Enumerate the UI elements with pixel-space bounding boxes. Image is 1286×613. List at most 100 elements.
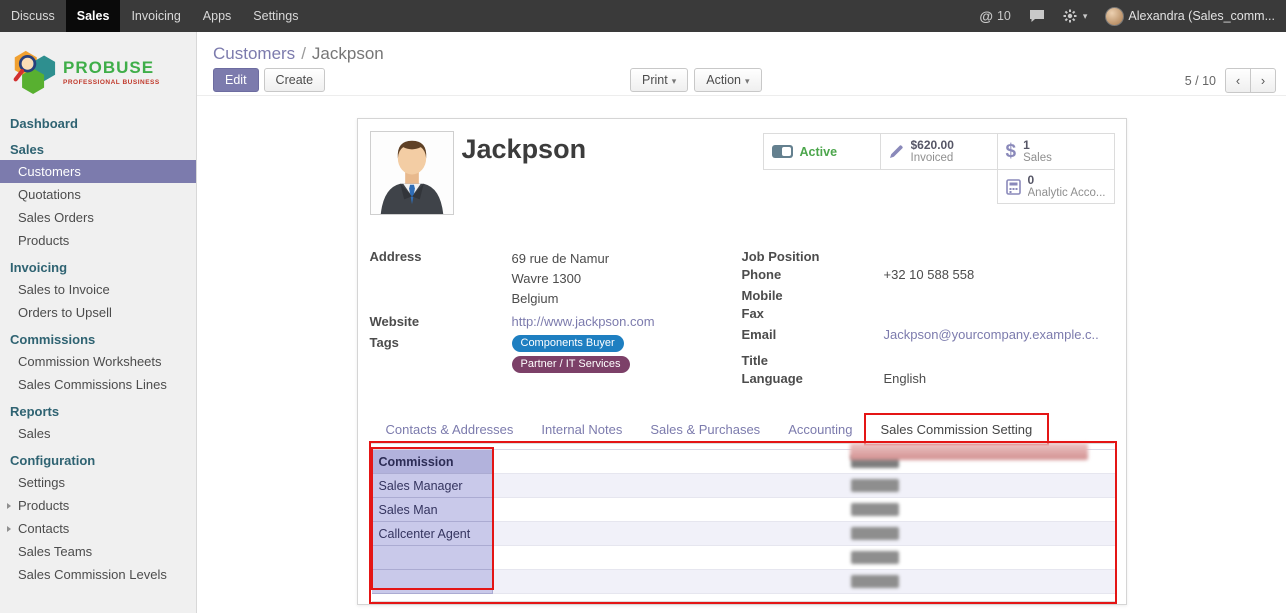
email-label: Email: [742, 327, 884, 343]
commission-row-empty[interactable]: [372, 546, 1115, 570]
sidebar-item-sales-orders[interactable]: Sales Orders: [0, 206, 196, 229]
menu-invoicing[interactable]: Invoicing: [120, 0, 191, 32]
print-menu-button[interactable]: Print▾: [630, 68, 688, 92]
sidebar-heading-configuration[interactable]: Configuration: [0, 445, 196, 471]
sidebar-heading-invoicing[interactable]: Invoicing: [0, 252, 196, 278]
sidebar-item-label: Contacts: [18, 521, 69, 536]
redacted-header-highlight: [850, 443, 1088, 460]
redacted-value: [851, 527, 899, 540]
brand-logo[interactable]: PROBUSE PROFESSIONAL BUSINESS: [0, 32, 196, 108]
sidebar-item-quotations[interactable]: Quotations: [0, 183, 196, 206]
sidebar-heading-dashboard[interactable]: Dashboard: [0, 108, 196, 134]
breadcrumb-current: Jackpson: [312, 44, 384, 63]
field-mobile: Mobile: [742, 288, 1116, 304]
field-job-position: Job Position: [742, 249, 1116, 265]
tags-label: Tags: [370, 335, 512, 373]
analytic-label: Analytic Acco...: [1028, 187, 1106, 201]
address-line: 69 rue de Namur: [512, 249, 610, 269]
pager-prev-button[interactable]: ‹: [1225, 68, 1251, 93]
active-toggle-button[interactable]: Active: [763, 133, 881, 170]
sidebar-item-sales-commissions-lines[interactable]: Sales Commissions Lines: [0, 373, 196, 396]
email-link[interactable]: Jackpson@yourcompany.example.c..: [884, 327, 1099, 343]
mentions-count: 10: [997, 9, 1011, 23]
field-email: Email Jackpson@yourcompany.example.c..: [742, 327, 1116, 343]
chevron-down-icon: ▾: [1083, 11, 1088, 22]
field-address: Address 69 rue de Namur Wavre 1300 Belgi…: [370, 249, 728, 309]
sidebar-item-reports-sales[interactable]: Sales: [0, 422, 196, 445]
invoiced-value: $620.00: [911, 138, 954, 152]
chevron-down-icon: ▾: [745, 76, 750, 86]
active-label: Active: [800, 145, 838, 159]
stat-buttons: Active $620.00Invoiced $ 1Sales 0Analyti…: [760, 133, 1115, 204]
commission-row-empty[interactable]: [372, 570, 1115, 594]
create-button[interactable]: Create: [264, 68, 326, 92]
redacted-value: [851, 503, 899, 516]
messages-button[interactable]: [1020, 0, 1054, 32]
sidebar-item-orders-to-upsell[interactable]: Orders to Upsell: [0, 301, 196, 324]
tab-sales-commission-setting[interactable]: Sales Commission Setting: [867, 416, 1047, 443]
breadcrumb-customers[interactable]: Customers: [213, 44, 295, 63]
commission-level-cell[interactable]: Callcenter Agent: [372, 522, 493, 546]
user-name: Alexandra (Sales_comm...: [1128, 9, 1275, 23]
pager-next-button[interactable]: ›: [1250, 68, 1276, 93]
sidebar-heading-reports[interactable]: Reports: [0, 396, 196, 422]
commission-level-cell-empty: [372, 570, 493, 594]
commission-row[interactable]: Sales Manager: [372, 474, 1115, 498]
sidebar-item-settings[interactable]: Settings: [0, 471, 196, 494]
analytic-count: 0: [1028, 173, 1106, 187]
phone-label: Phone: [742, 267, 884, 283]
commission-level-header[interactable]: Commission Level: [372, 450, 493, 474]
commission-row[interactable]: Sales Man: [372, 498, 1115, 522]
sidebar-item-customers[interactable]: Customers: [0, 160, 196, 183]
sidebar-item-products[interactable]: Products: [0, 229, 196, 252]
sidebar: PROBUSE PROFESSIONAL BUSINESS Dashboard …: [0, 32, 197, 613]
address-line: Belgium: [512, 289, 610, 309]
breadcrumb-separator: /: [301, 44, 306, 63]
menu-apps[interactable]: Apps: [192, 0, 243, 32]
expand-arrow-icon: [7, 503, 11, 509]
invoiced-stat-button[interactable]: $620.00Invoiced: [880, 133, 998, 170]
commission-row[interactable]: Callcenter Agent: [372, 522, 1115, 546]
invoiced-label: Invoiced: [911, 152, 954, 166]
field-phone: Phone +32 10 588 558: [742, 267, 1116, 283]
action-menu-button[interactable]: Action▾: [694, 68, 761, 92]
customer-avatar-image: [371, 132, 453, 214]
customer-avatar: [370, 131, 454, 215]
tab-accounting[interactable]: Accounting: [774, 416, 866, 443]
notebook-tabs: Contacts & Addresses Internal Notes Sale…: [370, 416, 1114, 444]
website-link[interactable]: http://www.jackpson.com: [512, 314, 655, 330]
user-avatar: [1105, 7, 1124, 26]
pager-count: 5 / 10: [1185, 74, 1216, 88]
sidebar-item-config-contacts[interactable]: Contacts: [0, 517, 196, 540]
user-menu[interactable]: Alexandra (Sales_comm...: [1096, 0, 1284, 32]
sales-count: 1: [1023, 138, 1052, 152]
commission-level-cell[interactable]: Sales Man: [372, 498, 493, 522]
tab-sales-purchases[interactable]: Sales & Purchases: [636, 416, 774, 443]
fax-label: Fax: [742, 306, 884, 322]
at-icon: @: [979, 8, 993, 24]
sidebar-item-config-products[interactable]: Products: [0, 494, 196, 517]
sidebar-item-sales-teams[interactable]: Sales Teams: [0, 540, 196, 563]
sidebar-item-commission-worksheets[interactable]: Commission Worksheets: [0, 350, 196, 373]
gear-icon: [1063, 9, 1077, 23]
analytic-stat-button[interactable]: 0Analytic Acco...: [997, 169, 1115, 204]
sales-stat-button[interactable]: $ 1Sales: [997, 133, 1115, 170]
commission-table-header-row: Commission Level: [372, 450, 1115, 474]
mentions-button[interactable]: @ 10: [970, 0, 1020, 32]
chat-icon: [1029, 9, 1045, 23]
sidebar-heading-sales[interactable]: Sales: [0, 134, 196, 160]
menu-settings[interactable]: Settings: [242, 0, 309, 32]
tab-internal-notes[interactable]: Internal Notes: [527, 416, 636, 443]
tab-contacts-addresses[interactable]: Contacts & Addresses: [372, 416, 528, 443]
main-content: Customers / Jackpson Edit Create Print▾ Ac…: [197, 32, 1286, 613]
top-navbar: Discuss Sales Invoicing Apps Settings @ …: [0, 0, 1286, 32]
sidebar-item-sales-commission-levels[interactable]: Sales Commission Levels: [0, 563, 196, 586]
customer-name: Jackpson: [462, 134, 587, 165]
debug-menu-button[interactable]: ▾: [1054, 0, 1097, 32]
sidebar-item-sales-to-invoice[interactable]: Sales to Invoice: [0, 278, 196, 301]
edit-button[interactable]: Edit: [213, 68, 259, 92]
menu-sales[interactable]: Sales: [66, 0, 121, 32]
commission-level-cell[interactable]: Sales Manager: [372, 474, 493, 498]
menu-discuss[interactable]: Discuss: [0, 0, 66, 32]
sidebar-heading-commissions[interactable]: Commissions: [0, 324, 196, 350]
